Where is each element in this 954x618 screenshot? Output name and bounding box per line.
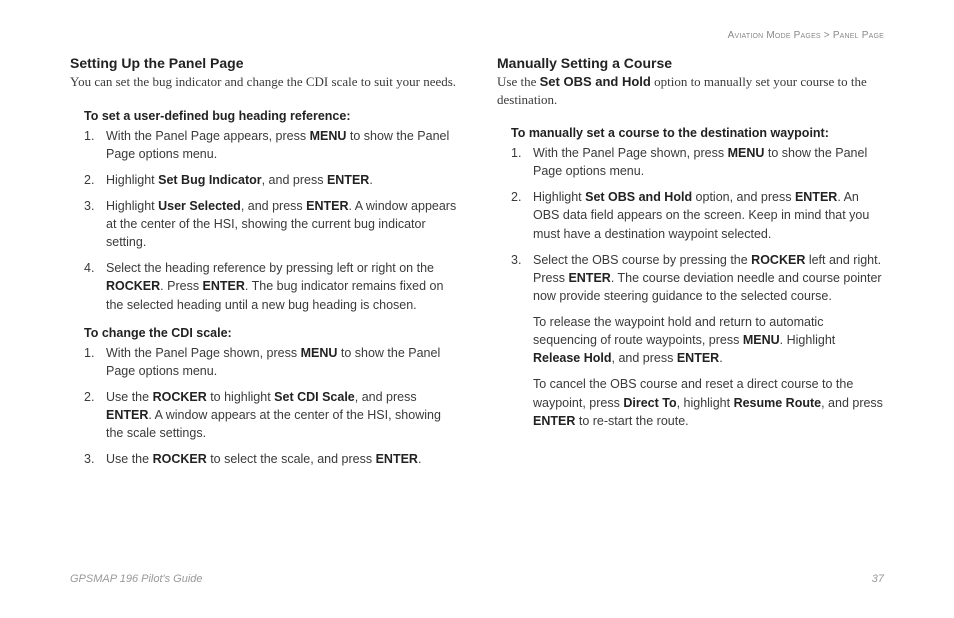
right-column: Manually Setting a Course Use the Set OB… bbox=[497, 55, 884, 476]
page-number: 37 bbox=[872, 573, 884, 585]
list-item: Highlight User Selected, and press ENTER… bbox=[84, 197, 457, 251]
left-column: Setting Up the Panel Page You can set th… bbox=[70, 55, 457, 476]
steps-manual: With the Panel Page shown, press MENU to… bbox=[497, 144, 884, 305]
breadcrumb: Aviation Mode Pages > Panel Page bbox=[728, 30, 884, 41]
list-item: Highlight Set Bug Indicator, and press E… bbox=[84, 171, 457, 189]
list-item: With the Panel Page appears, press MENU … bbox=[84, 127, 457, 163]
list-item: Select the OBS course by pressing the RO… bbox=[511, 251, 884, 305]
breadcrumb-page: Panel Page bbox=[833, 30, 884, 41]
section-title-right: Manually Setting a Course bbox=[497, 55, 884, 71]
steps-cdi: With the Panel Page shown, press MENU to… bbox=[70, 344, 457, 469]
steps-bug: With the Panel Page appears, press MENU … bbox=[70, 127, 457, 314]
list-item: Select the heading reference by pressing… bbox=[84, 259, 457, 313]
sub-heading-cdi: To change the CDI scale: bbox=[70, 326, 457, 340]
step-continuation: To cancel the OBS course and reset a dir… bbox=[497, 375, 884, 429]
intro-left: You can set the bug indicator and change… bbox=[70, 73, 457, 91]
list-item: Use the ROCKER to select the scale, and … bbox=[84, 450, 457, 468]
list-item: With the Panel Page shown, press MENU to… bbox=[511, 144, 884, 180]
page-footer: GPSMAP 196 Pilot's Guide 37 bbox=[70, 573, 884, 585]
intro-right: Use the Set OBS and Hold option to manua… bbox=[497, 73, 884, 108]
list-item: Use the ROCKER to highlight Set CDI Scal… bbox=[84, 388, 457, 442]
list-item: Highlight Set OBS and Hold option, and p… bbox=[511, 188, 884, 242]
section-title-left: Setting Up the Panel Page bbox=[70, 55, 457, 71]
footer-title: GPSMAP 196 Pilot's Guide bbox=[70, 573, 203, 585]
step-continuation: To release the waypoint hold and return … bbox=[497, 313, 884, 367]
content-area: Setting Up the Panel Page You can set th… bbox=[0, 0, 954, 536]
sub-heading-bug: To set a user-defined bug heading refere… bbox=[70, 109, 457, 123]
breadcrumb-sep: > bbox=[821, 30, 833, 41]
breadcrumb-section: Aviation Mode Pages bbox=[728, 30, 821, 41]
list-item: With the Panel Page shown, press MENU to… bbox=[84, 344, 457, 380]
sub-heading-manual: To manually set a course to the destinat… bbox=[497, 126, 884, 140]
